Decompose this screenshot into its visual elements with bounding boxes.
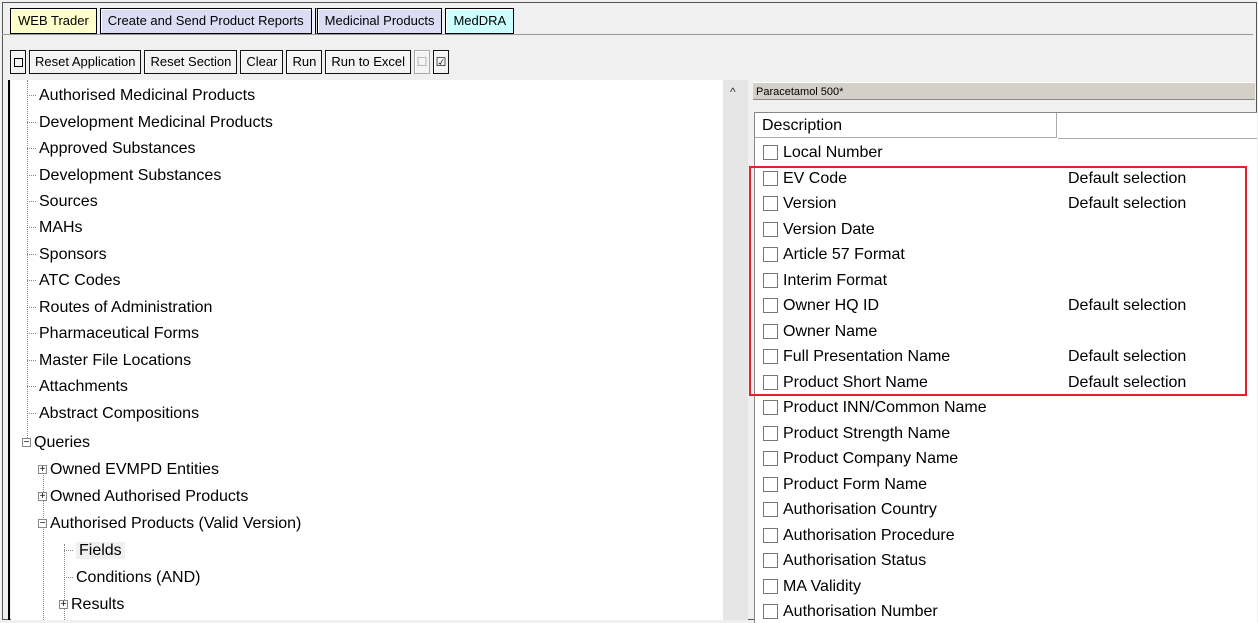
field-row[interactable]: MA Validity [755,574,1255,600]
field-row[interactable]: Product INN/Common Name [755,395,1255,421]
tab-web-trader[interactable]: WEB Trader [10,8,97,34]
checkbox[interactable] [763,553,778,568]
panel-border [8,80,10,620]
field-row[interactable]: Authorisation Procedure [755,523,1255,549]
reset-application-button[interactable]: Reset Application [29,50,142,74]
collapse-icon[interactable]: − [22,438,31,448]
tree-item[interactable]: Pharmaceutical Forms [27,321,199,347]
tree-item[interactable]: Conditions (AND) [64,565,200,591]
field-row[interactable]: Version Default selection [755,191,1255,217]
field-row[interactable]: Article 57 Format [755,242,1255,268]
reset-section-button[interactable]: Reset Section [144,50,238,74]
tree-item[interactable]: Master File Locations [27,348,191,374]
collapse-icon[interactable]: − [38,519,47,529]
field-row[interactable]: Product Form Name [755,472,1255,498]
window-toggle-button[interactable] [10,50,26,74]
checkbox[interactable] [763,528,778,543]
field-row[interactable]: Authorisation Country [755,497,1255,523]
clear-button[interactable]: Clear [240,50,284,74]
scrollbar[interactable] [723,80,748,620]
tree-item[interactable]: MAHs [27,215,83,241]
tab-create-send-reports[interactable]: Create and Send Product Reports [99,8,312,34]
tree-item[interactable]: Approved Substances [27,136,196,162]
fields-grid: Description Local Number EV Code Default … [754,112,1257,623]
field-row[interactable]: Full Presentation Name Default selection [755,344,1255,370]
tree-item[interactable]: + Results [59,592,124,618]
tree-item[interactable]: + Owned EVMPD Entities [38,457,219,483]
checkbox[interactable] [763,426,778,441]
field-row[interactable]: Authorisation Number [755,599,1255,623]
checkbox[interactable] [763,298,778,313]
tree-item[interactable]: + Owned Authorised Products [38,484,248,510]
checked-box-button[interactable]: ☑ [433,50,450,74]
tree-panel: Authorised Medicinal Products Developmen… [11,80,723,620]
query-title: Paracetamol 500* [753,82,1255,100]
tree-item[interactable]: − Authorised Products (Valid Version) [38,511,301,537]
checkbox[interactable] [763,273,778,288]
tree-item[interactable]: Development Substances [27,163,221,189]
field-row[interactable]: Product Strength Name [755,421,1255,447]
field-row[interactable]: EV Code Default selection [755,166,1255,192]
checkbox[interactable] [763,451,778,466]
column-header-second[interactable] [1058,113,1257,139]
expand-icon[interactable]: + [59,600,68,610]
tab-divider [2,34,1253,35]
tree-item[interactable]: Sources [27,189,98,215]
checkbox[interactable] [763,400,778,415]
checkbox[interactable] [763,375,778,390]
checkbox[interactable] [763,222,778,237]
checkbox[interactable] [763,579,778,594]
field-row[interactable]: Product Company Name [755,446,1255,472]
tab-medicinal-products[interactable]: Medicinal Products [314,8,443,34]
checkbox[interactable] [763,145,778,160]
field-row[interactable]: Version Date [755,217,1255,243]
run-button[interactable]: Run [286,50,323,74]
field-row[interactable]: Product Short Name Default selection [755,370,1255,396]
unchecked-box-button[interactable]: ☐ [414,50,431,74]
tree-item[interactable]: Development Medicinal Products [27,110,273,136]
field-row[interactable]: Owner Name [755,319,1255,345]
tab-meddra[interactable]: MedDRA [445,8,515,34]
run-to-excel-button[interactable]: Run to Excel [325,50,412,74]
toolbar: Reset Application Reset Section Clear Ru… [10,50,452,74]
tree-item[interactable]: Abstract Compositions [27,401,199,427]
tree-item[interactable]: Authorised Medicinal Products [27,83,255,109]
checkbox[interactable] [763,171,778,186]
checkbox[interactable] [763,349,778,364]
checkbox[interactable] [763,196,778,211]
checkbox[interactable] [763,477,778,492]
field-row[interactable]: Interim Format [755,268,1255,294]
tree-item-fields[interactable]: Fields [64,538,125,564]
tree-item[interactable]: Sponsors [27,242,107,268]
expand-icon[interactable]: + [38,465,47,475]
tab-bar: WEB Trader Create and Send Product Repor… [10,8,517,34]
scroll-up-icon[interactable]: ^ [730,85,736,99]
checkbox[interactable] [763,247,778,262]
expand-icon[interactable]: + [38,492,47,502]
tree-item-queries[interactable]: − Queries [22,430,90,456]
field-row[interactable]: Local Number [755,140,1255,166]
tree-item[interactable]: ATC Codes [27,268,121,294]
checkbox[interactable] [763,604,778,619]
checkbox[interactable] [763,324,778,339]
tree-item[interactable]: Attachments [27,374,128,400]
field-row[interactable]: Authorisation Status [755,548,1255,574]
checkbox[interactable] [763,502,778,517]
column-header-description[interactable]: Description [755,113,1057,138]
field-row[interactable]: Owner HQ ID Default selection [755,293,1255,319]
tree-item[interactable]: Routes of Administration [27,295,212,321]
square-icon [13,57,23,67]
